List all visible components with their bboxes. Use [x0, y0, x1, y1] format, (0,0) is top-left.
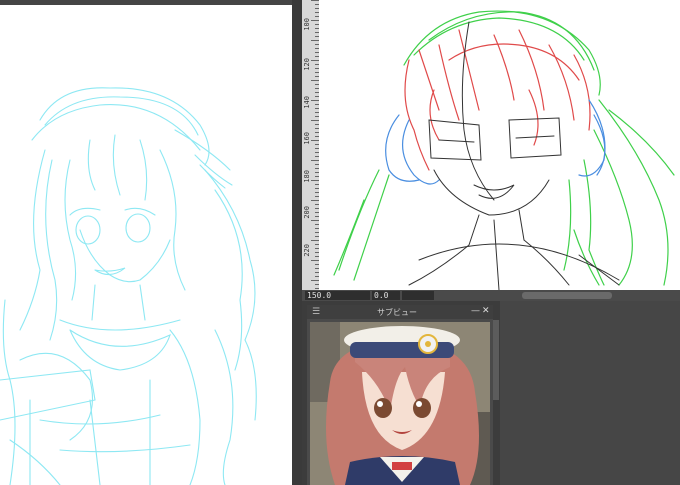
ruler-tick	[311, 260, 319, 261]
ruler-tick	[311, 140, 319, 141]
ruler-label: 200	[303, 206, 311, 219]
ruler-tick	[311, 100, 319, 101]
status-empty-field[interactable]	[402, 291, 434, 300]
zoom-field[interactable]: 150.0	[305, 291, 370, 300]
ruler-tick	[311, 0, 319, 1]
horizontal-scrollbar[interactable]	[522, 292, 612, 299]
reference-image[interactable]	[310, 322, 490, 485]
status-bar: 150.0 0.0	[302, 290, 680, 301]
ruler-tick	[311, 60, 319, 61]
subview-header: ☰ サブビュー — ✕	[307, 305, 493, 319]
ruler-tick	[311, 240, 319, 241]
menu-icon[interactable]: ☰	[312, 307, 320, 317]
panel-divider[interactable]	[292, 0, 302, 485]
ruler-label: 220	[303, 244, 311, 257]
rotation-field[interactable]: 0.0	[372, 291, 400, 300]
ruler-tick	[311, 180, 319, 181]
close-icon[interactable]: ✕	[482, 306, 490, 316]
vertical-ruler: 100 120 140 160 180 200 220	[302, 0, 320, 290]
ruler-tick	[311, 40, 319, 41]
ruler-tick	[311, 120, 319, 121]
ruler-tick	[311, 80, 319, 81]
ruler-label: 160	[303, 132, 311, 145]
left-drawing-canvas[interactable]	[0, 0, 292, 485]
ruler-tick	[311, 160, 319, 161]
colored-sketch	[333, 10, 675, 290]
subview-title: サブビュー	[377, 308, 417, 317]
subview-panel: ☰ サブビュー — ✕	[307, 305, 493, 485]
ruler-tick	[311, 20, 319, 21]
ruler-label: 140	[303, 96, 311, 109]
minimize-icon[interactable]: —	[471, 306, 480, 316]
cyan-sketch	[0, 87, 257, 485]
reference-illustration	[310, 322, 490, 485]
ruler-tick	[311, 200, 319, 201]
ruler-tick	[311, 220, 319, 221]
empty-panel-area	[500, 301, 680, 485]
ruler-tick	[311, 280, 319, 281]
colored-sketch-canvas[interactable]	[319, 0, 680, 290]
subview-scrollbar[interactable]	[493, 320, 499, 400]
